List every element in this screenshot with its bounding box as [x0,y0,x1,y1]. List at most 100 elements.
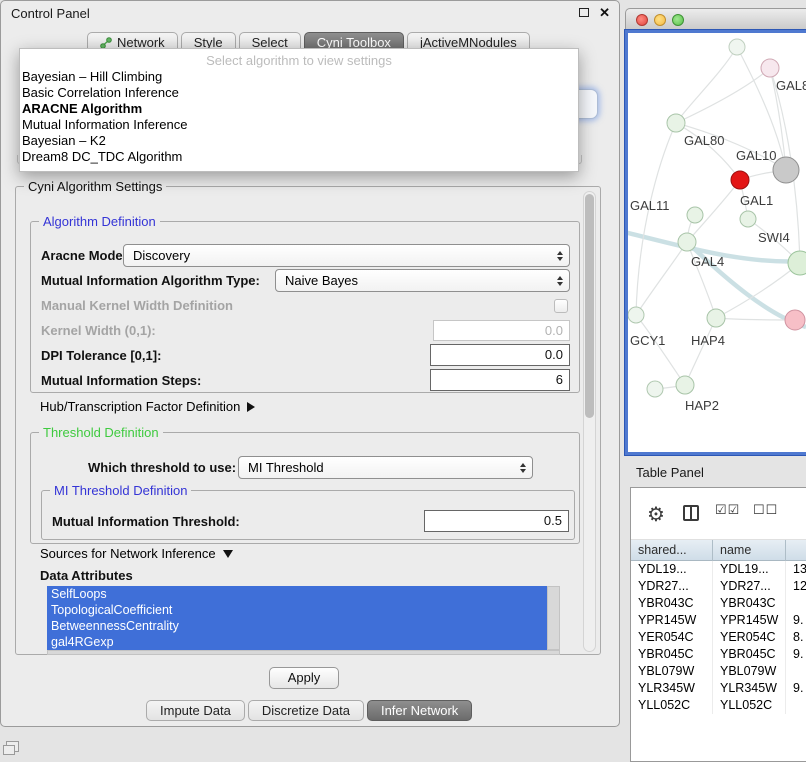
table-cell [786,663,806,680]
control-panel-titlebar[interactable]: Control Panel ✕ [1,1,619,25]
network-node[interactable] [731,171,749,189]
node-label-gal80: GAL80 [684,133,724,148]
manual-kernel-checkbox[interactable] [554,299,568,313]
table-row[interactable]: YDL19...YDL19...13 [631,561,806,578]
algorithm-option-aracne-algorithm[interactable]: ARACNE Algorithm [20,101,578,117]
attribute-item-topologicalcoefficient[interactable]: TopologicalCoefficient [47,602,547,618]
algorithm-option-mutual-information-inference[interactable]: Mutual Information Inference [20,117,578,133]
network-node[interactable] [676,376,694,394]
attribute-item-betweennesscentrality[interactable]: BetweennessCentrality [47,618,547,634]
mi-algorithm-type-select[interactable]: Naive Bayes [275,269,570,292]
table-cell: 9. [786,612,806,629]
network-node[interactable] [740,211,756,227]
network-node[interactable] [667,114,685,132]
table-row[interactable]: YDR27...YDR27...12 [631,578,806,595]
bottom-tab-bar: Impute DataDiscretize DataInfer Network [146,700,472,721]
column-header-shared[interactable]: shared... [631,540,713,561]
table-header-row: shared...name [631,540,806,561]
threshold-definition-group: Threshold Definition Which threshold to … [30,432,580,544]
table-cell: YDL19... [631,561,713,578]
algorithm-option-dream8-dc-tdc-algorithm[interactable]: Dream8 DC_TDC Algorithm [20,149,578,165]
threshold-definition-title: Threshold Definition [39,425,163,440]
float-window-icon[interactable] [579,8,589,17]
attributes-vertical-scrollbar[interactable] [547,586,560,650]
which-threshold-select[interactable]: MI Threshold [238,456,533,479]
network-node[interactable] [761,59,779,77]
settings-scrollbar-thumb[interactable] [585,194,594,418]
restore-panel-icon[interactable] [6,741,19,752]
columns-icon[interactable] [683,505,699,521]
table-row[interactable]: YLL052CYLL052C [631,697,806,714]
table-row[interactable]: YLR345WYLR345W9. [631,680,806,697]
table-row[interactable]: YBL079WYBL079W [631,663,806,680]
table-row[interactable]: YBR043CYBR043C [631,595,806,612]
mi-threshold-group-title: MI Threshold Definition [50,483,191,498]
table-row[interactable]: YBR045CYBR045C9. [631,646,806,663]
attribute-item-gal4rgexp[interactable]: gal4RGexp [47,634,547,650]
table-cell: YLL052C [713,697,786,714]
control-panel-window: Control Panel ✕ NetworkStyleSelectCyni T… [0,0,620,727]
table-cell [786,697,806,714]
table-cell: YBL079W [713,663,786,680]
algorithm-dropdown-popup: Select algorithm to view settings Bayesi… [19,48,579,172]
zoom-traffic-light-icon[interactable] [672,14,684,26]
close-icon[interactable]: ✕ [599,7,610,18]
node-label-gal11: GAL11 [630,198,670,213]
table-cell: 8. [786,629,806,646]
window-title: Control Panel [11,6,90,21]
tab-impute-data[interactable]: Impute Data [146,700,245,721]
hub-definition-expander[interactable]: Hub/Transcription Factor Definition [40,399,255,414]
network-edge [636,242,687,315]
network-node[interactable] [707,309,725,327]
mi-threshold-input[interactable]: 0.5 [424,510,569,532]
node-label-gal8: GAL8 [776,78,806,93]
attributes-horizontal-scrollbar[interactable] [47,650,560,655]
node-label-hap2: HAP2 [685,398,719,413]
table-cell: YBR045C [713,646,786,663]
network-node[interactable] [687,207,703,223]
tab-infer-network[interactable]: Infer Network [367,700,472,721]
close-traffic-light-icon[interactable] [636,14,648,26]
network-canvas[interactable]: GAL8GAL80GAL10GAL11GAL1SWI4GAL4GCY1HAP4H… [628,33,806,455]
deselect-all-checkboxes-icon[interactable]: ☐☐ [753,502,778,518]
sources-expander[interactable]: Sources for Network Inference [40,546,233,561]
settings-scrollbar[interactable] [583,191,596,652]
network-edge [676,47,737,123]
hub-definition-label: Hub/Transcription Factor Definition [40,399,240,414]
tab-discretize-data[interactable]: Discretize Data [248,700,364,721]
kernel-width-input[interactable]: 0.0 [433,320,570,341]
table-row[interactable]: YER054CYER054C8. [631,629,806,646]
select-all-checkboxes-icon[interactable]: ☑☑ [715,502,740,518]
column-header-name[interactable]: name [713,540,786,561]
algorithm-option-bayesian-k2[interactable]: Bayesian – K2 [20,133,578,149]
network-node[interactable] [647,381,663,397]
table-cell: 12 [786,578,806,595]
table-row[interactable]: YPR145WYPR145W9. [631,612,806,629]
network-tab-icon [100,37,112,49]
column-header-2[interactable] [786,540,806,561]
dpi-tolerance-input[interactable]: 0.0 [430,344,570,366]
apply-button[interactable]: Apply [269,667,339,689]
algorithm-option-bayesian-hill-climbing[interactable]: Bayesian – Hill Climbing [20,69,578,85]
network-node[interactable] [773,157,799,183]
node-label-gal1: GAL1 [740,193,773,208]
data-attributes-list[interactable]: SelfLoopsTopologicalCoefficientBetweenne… [47,586,547,650]
network-node[interactable] [785,310,805,330]
attribute-item-selfloops[interactable]: SelfLoops [47,586,547,602]
mi-steps-input[interactable]: 6 [430,369,570,391]
algorithm-option-basic-correlation-inference[interactable]: Basic Correlation Inference [20,85,578,101]
dropdown-placeholder: Select algorithm to view settings [20,52,578,69]
which-threshold-label: Which threshold to use: [88,460,236,475]
which-threshold-value: MI Threshold [239,460,516,475]
network-node[interactable] [628,307,644,323]
network-node[interactable] [678,233,696,251]
network-edge [685,318,716,385]
gear-icon[interactable]: ⚙ [647,502,665,527]
network-node[interactable] [729,39,745,55]
table-panel-window: ⚙ ☑☑ ☐☐ shared...name YDL19...YDL19...13… [630,487,806,762]
table-cell: YBL079W [631,663,713,680]
minimize-traffic-light-icon[interactable] [654,14,666,26]
aracne-mode-select[interactable]: Discovery [123,244,570,267]
table-cell: 9. [786,680,806,697]
network-window-titlebar[interactable] [625,8,806,30]
